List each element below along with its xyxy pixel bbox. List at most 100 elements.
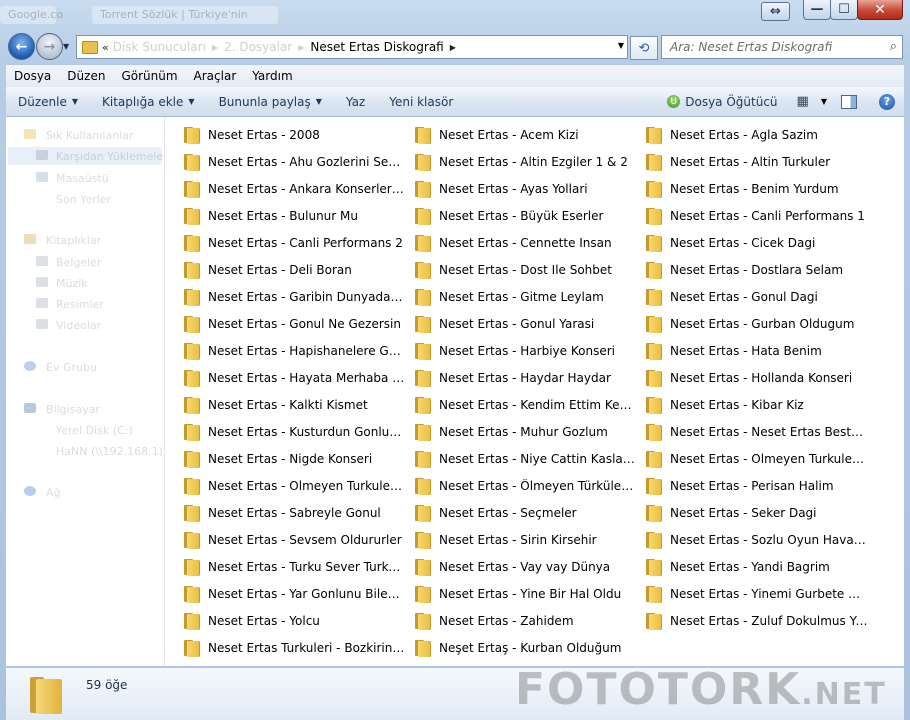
breadcrumb-hidden[interactable]: Disk Sunucuları (113, 40, 206, 54)
chevron-down-icon[interactable]: ▼ (618, 41, 624, 50)
folder-item[interactable]: Neset Ertas - Seker Dagi (645, 502, 870, 524)
folder-item[interactable]: Neset Ertas - Garibin Dunyada Yuzu... (183, 286, 408, 308)
folder-item[interactable]: Neset Ertas - Niye Cattin Kaslarini (414, 448, 639, 470)
folder-item[interactable]: Neset Ertas - Neset Ertas Besteleri (645, 421, 870, 443)
folder-item[interactable]: Neset Ertas - Olmeyen Turkuler 2 (183, 475, 408, 497)
folder-item[interactable]: Neset Ertas - Sabreyle Gonul (183, 502, 408, 524)
folder-item[interactable]: Neset Ertas - Seçmeler (414, 502, 639, 524)
folder-item[interactable]: Neset Ertas - Gonul Dagi (645, 286, 870, 308)
new-folder-button[interactable]: Yeni klasör (380, 95, 462, 109)
folder-item[interactable]: Neset Ertas - Acem Kizi (414, 124, 639, 146)
folder-item[interactable]: Neset Ertas - Gonul Yarasi (414, 313, 639, 335)
folder-item[interactable]: Neşet Ertaş - Kurban Olduğum (414, 637, 639, 659)
menu-view[interactable]: Görünüm (113, 69, 185, 83)
folder-item[interactable]: Neset Ertas - Gonul Ne Gezersin (183, 313, 408, 335)
address-bar[interactable]: « Disk Sunucuları ▶ 2. Dosyalar ▶ Neset … (76, 35, 628, 59)
folder-item[interactable]: Neset Ertas Turkuleri - Bozkirin Tez... (183, 637, 408, 659)
folder-item[interactable]: Neset Ertas - Olmeyen Turkuler 1 (645, 448, 870, 470)
file-shredder-button[interactable]: U Dosya Öğütücü (658, 95, 786, 109)
chevron-right-icon[interactable]: ▶ (212, 43, 218, 52)
nav-computer[interactable]: Bilgisayar (46, 403, 100, 416)
folder-item[interactable]: Neset Ertas - Dostlara Selam (645, 259, 870, 281)
folder-item[interactable]: Neset Ertas - Ölmeyen Türküler 3 (414, 475, 639, 497)
nav-downloads[interactable]: Karşıdan Yüklemeler (56, 150, 164, 163)
nav-local-disk[interactable]: Yerel Disk (C:) (56, 424, 133, 437)
search-icon[interactable]: ⌕ (890, 39, 897, 54)
nav-network-drive[interactable]: HaNN (\\192.168.1) (56, 445, 163, 458)
file-list[interactable]: Neset Ertas - 2008 Neset Ertas - Acem Ki… (166, 117, 904, 666)
nav-favorites[interactable]: Sık Kullanılanlar (46, 129, 134, 142)
folder-item[interactable]: Neset Ertas - Haydar Haydar (414, 367, 639, 389)
restore-icon[interactable]: ⇔ (761, 2, 790, 21)
folder-item[interactable]: Neset Ertas - Harbiye Konseri (414, 340, 639, 362)
folder-item[interactable]: Neset Ertas - Gitme Leylam (414, 286, 639, 308)
folder-item[interactable]: Neset Ertas - Sirin Kirsehir (414, 529, 639, 551)
nav-libraries[interactable]: Kitaplıklar (46, 234, 101, 247)
search-input[interactable]: Ara: Neset Ertas Diskografi ⌕ (661, 35, 903, 59)
folder-item[interactable]: Neset Ertas - Deli Boran (183, 259, 408, 281)
folder-item[interactable]: Neset Ertas - Yandi Bagrim (645, 556, 870, 578)
folder-item[interactable]: Neset Ertas - Agla Sazim (645, 124, 870, 146)
folder-item[interactable]: Neset Ertas - Ayas Yollari (414, 178, 639, 200)
include-library-button[interactable]: Kitaplığa ekle ▼ (93, 95, 204, 109)
folder-item[interactable]: Neset Ertas - Kusturdun Gonlumu (183, 421, 408, 443)
folder-item[interactable]: Neset Ertas - Dost Ile Sohbet (414, 259, 639, 281)
breadcrumb-hidden[interactable]: 2. Dosyalar (224, 40, 292, 54)
folder-item[interactable]: Neset Ertas - Hapishanelere Gunes ... (183, 340, 408, 362)
folder-item[interactable]: Neset Ertas - 2008 (183, 124, 408, 146)
folder-item[interactable]: Neset Ertas - Kibar Kiz (645, 394, 870, 416)
folder-item[interactable]: Neset Ertas - Yar Gonlunu Bilenlere (183, 583, 408, 605)
folder-item[interactable]: Neset Ertas - Kalkti Kismet (183, 394, 408, 416)
folder-item[interactable]: Neset Ertas - Cennette Insan (414, 232, 639, 254)
nav-documents[interactable]: Belgeler (56, 256, 101, 269)
forward-button[interactable]: → (36, 33, 63, 60)
minimize-button[interactable]: — (803, 0, 831, 20)
view-options-icon[interactable]: ▦ (797, 94, 809, 109)
folder-item[interactable]: Neset Ertas - Hollanda Konseri (645, 367, 870, 389)
chevron-down-icon[interactable]: ▼ (821, 97, 827, 106)
nav-recent[interactable]: Son Yerler (56, 193, 111, 206)
recent-pages-dropdown[interactable]: ▼ (63, 42, 69, 51)
nav-homegroup[interactable]: Ev Grubu (46, 361, 97, 374)
close-button[interactable]: ✕ (857, 0, 903, 20)
folder-item[interactable]: Neset Ertas - Ankara Konserleri 1 & 2 (183, 178, 408, 200)
maximize-button[interactable]: ☐ (830, 0, 858, 20)
share-button[interactable]: Bununla paylaş ▼ (210, 95, 331, 109)
back-button[interactable]: ← (8, 33, 35, 60)
folder-item[interactable]: Neset Ertas - Cicek Dagi (645, 232, 870, 254)
folder-item[interactable]: Neset Ertas - Nigde Konseri (183, 448, 408, 470)
folder-item[interactable]: Neset Ertas - Sozlu Oyun Havalari (645, 529, 870, 551)
burn-button[interactable]: Yaz (337, 95, 374, 109)
folder-item[interactable]: Neset Ertas - Hayata Merhaba Kons... (183, 367, 408, 389)
menu-help[interactable]: Yardım (244, 69, 300, 83)
folder-item[interactable]: Neset Ertas - Canli Performans 2 (183, 232, 408, 254)
folder-item[interactable]: Neset Ertas - Gurban Oldugum (645, 313, 870, 335)
menu-tools[interactable]: Araçlar (186, 69, 245, 83)
folder-item[interactable]: Neset Ertas - Perisan Halim (645, 475, 870, 497)
folder-item[interactable]: Neset Ertas - Altin Turkuler (645, 151, 870, 173)
nav-music[interactable]: Müzik (56, 277, 88, 290)
folder-item[interactable]: Neset Ertas - Yine Bir Hal Oldu (414, 583, 639, 605)
folder-item[interactable]: Neset Ertas - Benim Yurdum (645, 178, 870, 200)
folder-item[interactable]: Neset Ertas - Bulunur Mu (183, 205, 408, 227)
nav-videos[interactable]: Videolar (56, 319, 101, 332)
nav-desktop[interactable]: Masaüstü (56, 172, 109, 185)
preview-pane-icon[interactable] (841, 94, 857, 109)
breadcrumb-overflow[interactable]: « (102, 41, 109, 54)
chevron-right-icon[interactable]: ▶ (450, 43, 456, 52)
folder-item[interactable]: Neset Ertas - Turku Sever Turku Soy... (183, 556, 408, 578)
folder-item[interactable]: Neset Ertas - Ahu Gozlerini Sevdigim (183, 151, 408, 173)
menu-edit[interactable]: Düzen (59, 69, 113, 83)
chevron-right-icon[interactable]: ▶ (298, 43, 304, 52)
folder-item[interactable]: Neset Ertas - Vay vay Dünya (414, 556, 639, 578)
folder-item[interactable]: Neset Ertas - Büyük Eserler (414, 205, 639, 227)
nav-pictures[interactable]: Resimler (56, 298, 104, 311)
breadcrumb-current[interactable]: Neset Ertas Diskografi (310, 40, 443, 54)
folder-item[interactable]: Neset Ertas - Canli Performans 1 (645, 205, 870, 227)
folder-item[interactable]: Neset Ertas - Muhur Gozlum (414, 421, 639, 443)
navigation-pane[interactable]: Sık Kullanılanlar Karşıdan Yüklemeler Ma… (6, 117, 165, 666)
folder-item[interactable]: Neset Ertas - Yinemi Gurbete Düstü... (645, 583, 870, 605)
folder-item[interactable]: Neset Ertas - Yolcu (183, 610, 408, 632)
nav-network[interactable]: Ağ (46, 486, 61, 499)
help-icon[interactable]: ? (879, 93, 895, 110)
